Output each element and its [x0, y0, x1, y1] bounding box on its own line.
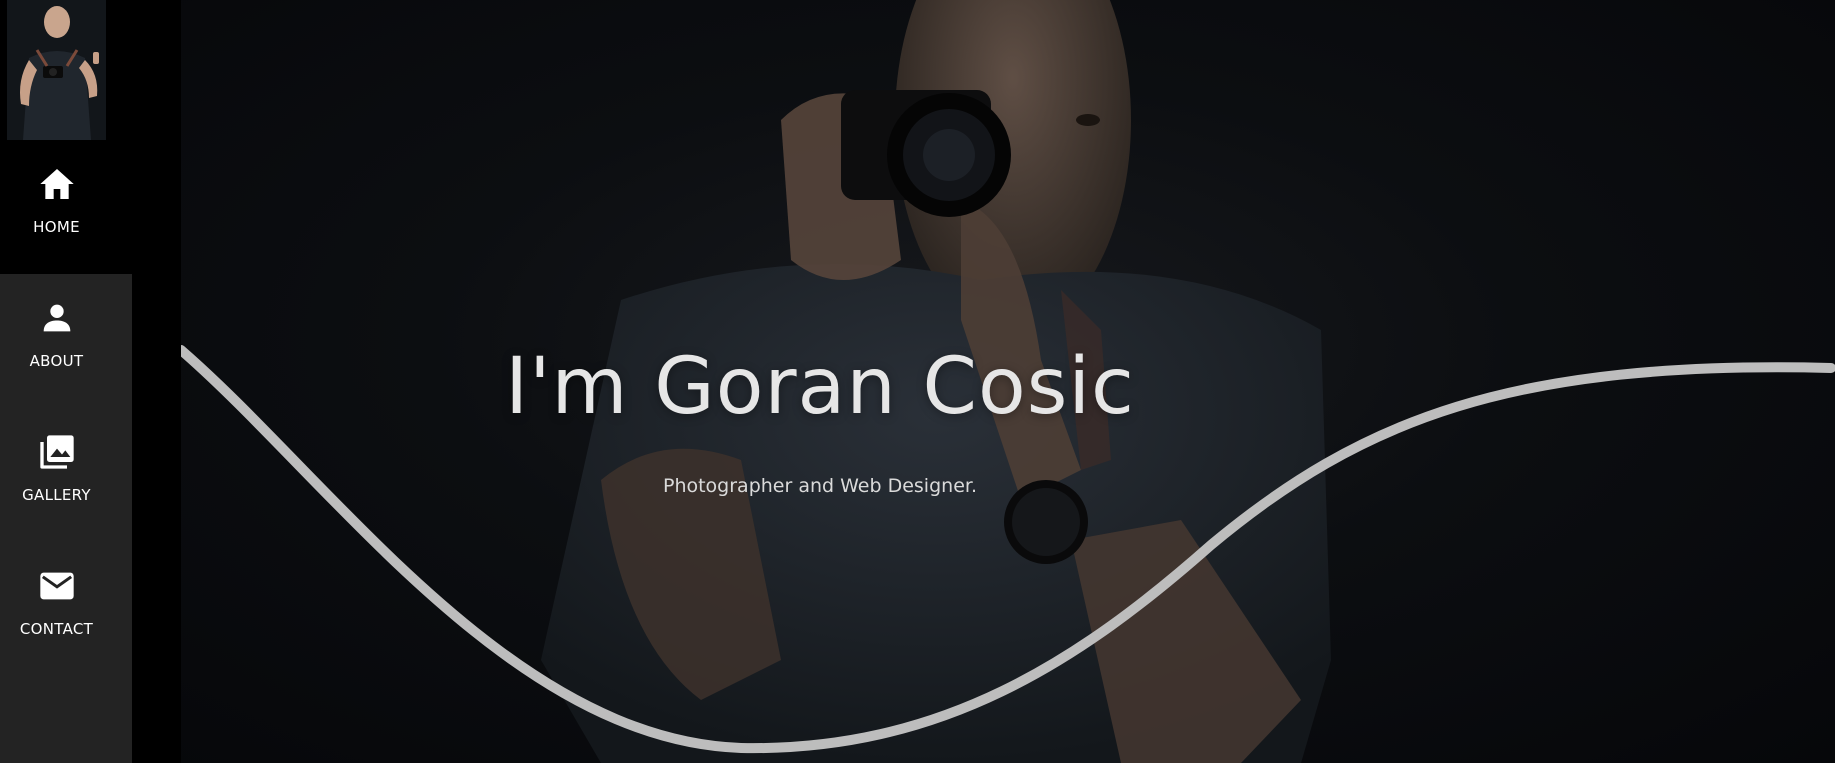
gallery-icon [39, 435, 74, 469]
hero-title: I'm Goran Cosic [505, 342, 1135, 432]
sidebar-item-label: ABOUT [29, 352, 84, 370]
home-icon [39, 169, 74, 199]
sidebar-item-about[interactable]: ABOUT [0, 274, 113, 408]
sidebar-item-home[interactable]: HOME [0, 140, 113, 274]
hero-subtitle: Photographer and Web Designer. [662, 475, 977, 497]
sidebar-item-label: CONTACT [19, 620, 94, 638]
avatar [7, 0, 106, 140]
mail-icon [39, 572, 74, 600]
page: HOME ABOUT GALLERY CONTACT I'm Goran Cos… [0, 0, 1835, 763]
sidebar-item-gallery[interactable]: GALLERY [0, 408, 113, 542]
hero-section: I'm Goran Cosic Photographer and Web Des… [181, 0, 1835, 763]
sidebar-item-label: HOME [33, 218, 80, 236]
person-icon [43, 304, 70, 332]
sidebar-item-contact[interactable]: CONTACT [0, 542, 113, 676]
sidebar-item-label: GALLERY [22, 486, 91, 504]
sidebar: HOME ABOUT GALLERY CONTACT [0, 0, 132, 763]
avatar-photo [7, 0, 106, 140]
